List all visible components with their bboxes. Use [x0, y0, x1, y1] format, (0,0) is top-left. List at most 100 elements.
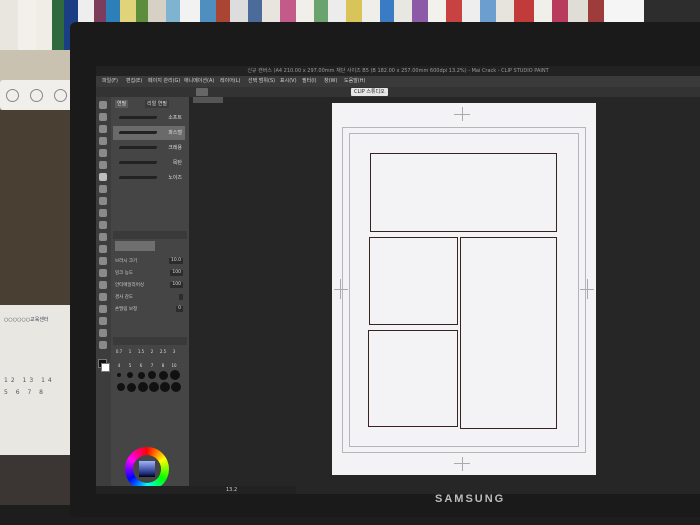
prop-stabilization[interactable]: 손떨림 보정 0 [115, 305, 185, 314]
color-wheel[interactable] [125, 447, 169, 491]
airbrush-tool-icon[interactable] [99, 209, 107, 217]
frame-tool-icon[interactable] [99, 293, 107, 301]
prop-tilt[interactable]: 경사 감도 [115, 293, 185, 302]
prop-value[interactable]: 100 [170, 270, 183, 276]
brush-size-dot[interactable] [149, 382, 159, 392]
router-button [54, 89, 67, 102]
prop-antialias[interactable]: 안티에일리어싱 100 [115, 281, 185, 290]
menu-file[interactable]: 파일(F) [102, 76, 118, 87]
brush-size-label[interactable]: 4 [115, 363, 123, 368]
calendar-title: ○○○○○○교육센터 [4, 317, 49, 323]
ruler-tool-icon[interactable] [99, 305, 107, 313]
menu-help[interactable]: 도움말(H) [344, 76, 365, 87]
sub-color-swatch[interactable] [101, 363, 110, 372]
document-tab[interactable] [193, 97, 223, 103]
operation-tool-icon[interactable] [99, 125, 107, 133]
fill-tool-icon[interactable] [99, 257, 107, 265]
prop-label: 브러시 크기 [115, 259, 138, 264]
menu-layer[interactable]: 레이어(L) [220, 76, 241, 87]
prop-brush-size[interactable]: 브러시 크기 10.0 [115, 257, 185, 266]
brush-size-label[interactable]: 2 [148, 349, 156, 354]
brush-size-label[interactable]: 6 [137, 363, 145, 368]
autoselect-tool-icon[interactable] [99, 149, 107, 157]
menu-page[interactable]: 페이지 관리(G) [148, 76, 180, 87]
pen-tool-icon[interactable] [99, 173, 107, 181]
brush-size-label[interactable]: 1 [126, 349, 134, 354]
brush-size-label[interactable]: 5 [126, 363, 134, 368]
clip-studio-button[interactable]: CLIP 스튜디오 [351, 88, 388, 96]
pencil-tool-icon[interactable] [99, 185, 107, 193]
comic-panel[interactable] [460, 237, 557, 429]
canvas-workspace[interactable] [189, 97, 700, 494]
menu-animation[interactable]: 애니메이션(A) [184, 76, 214, 87]
brush-size-label[interactable]: 7 [148, 363, 156, 368]
brush-size-label[interactable]: 0.7 [115, 349, 123, 354]
brush-size-label[interactable]: 1.5 [137, 349, 145, 354]
brush-size-dot[interactable] [160, 382, 170, 392]
selection-tool-icon[interactable] [99, 137, 107, 145]
brush-size-dot[interactable] [170, 370, 180, 380]
eraser-tool-icon[interactable] [99, 233, 107, 241]
menu-edit[interactable]: 편집(E) [126, 76, 142, 87]
brush-size-dot[interactable] [148, 371, 156, 379]
subtool-label: 목탄 [172, 160, 182, 166]
brush-size-dot[interactable] [159, 371, 168, 380]
gradient-tool-icon[interactable] [99, 269, 107, 277]
subtool-label: 크레용 [168, 145, 182, 151]
router-button [30, 89, 43, 102]
prop-value[interactable]: 10.0 [168, 258, 183, 264]
correct-line-tool-icon[interactable] [99, 341, 107, 349]
decoration-tool-icon[interactable] [99, 221, 107, 229]
prop-value[interactable]: 100 [170, 282, 183, 288]
move-tool-icon[interactable] [99, 113, 107, 121]
comic-panel[interactable] [370, 153, 557, 232]
calendar-numbers: 12 13 14 5 6 7 8 [4, 377, 55, 396]
blend-tool-icon[interactable] [99, 245, 107, 253]
brush-size-dot[interactable] [171, 382, 181, 392]
brush-size-dot[interactable] [117, 383, 125, 391]
tab-real-pencil[interactable]: 리얼 연필 [145, 100, 169, 108]
brush-size-dot[interactable] [127, 372, 133, 378]
menu-view[interactable]: 표시(V) [280, 76, 297, 87]
prop-value[interactable] [179, 294, 183, 300]
eyedropper-icon[interactable] [99, 161, 107, 169]
subtool-soft[interactable]: 소프트 [113, 111, 185, 125]
prop-ink-density[interactable]: 잉크 농도 100 [115, 269, 185, 278]
brush-size-label[interactable]: 2.5 [159, 349, 167, 354]
book [0, 0, 18, 50]
window-title: 신규 캔버스 (A4 210.00 x 297.00mm 재단 사이즈 B5 (… [96, 66, 700, 76]
figure-tool-icon[interactable] [99, 281, 107, 289]
comic-panel[interactable] [368, 330, 458, 427]
color-saturation-square[interactable] [139, 461, 155, 477]
tool-property-header [113, 231, 187, 239]
brush-size-label[interactable]: 8 [159, 363, 167, 368]
menu-window[interactable]: 창(W) [324, 76, 337, 87]
prop-value[interactable]: 0 [176, 306, 183, 312]
subtool-crayon[interactable]: 크레용 [113, 141, 185, 155]
comic-panel[interactable] [369, 237, 458, 325]
brush-size-dot[interactable] [138, 372, 145, 379]
brush-size-dot[interactable] [127, 383, 136, 392]
brush-size-dot[interactable] [138, 382, 148, 392]
zoom-tool-icon[interactable] [99, 101, 107, 109]
zoom-level[interactable]: 13.2 [226, 486, 237, 494]
menu-selection[interactable]: 선택 범위(S) [248, 76, 275, 87]
brush-preview [115, 241, 155, 251]
subtool-charcoal[interactable]: 목탄 [113, 156, 185, 170]
balloon-tool-icon[interactable] [99, 329, 107, 337]
brush-size-label[interactable]: 10 [170, 363, 178, 368]
brush-size-dot[interactable] [117, 373, 121, 377]
desk-calendar: ○○○○○○교육센터 12 13 14 5 6 7 8 [0, 305, 70, 455]
menu-filter[interactable]: 필터(I) [302, 76, 317, 87]
brush-tool-icon[interactable] [99, 197, 107, 205]
manga-page[interactable] [332, 103, 596, 475]
tab-pencil[interactable]: 연필 [115, 100, 129, 108]
brush-stroke-preview [118, 176, 158, 179]
tool-panel: 연필 리얼 연필 소프트 파스텔 크레용 목탄 노이즈 브러시 크기 10.0 … [111, 97, 189, 494]
subtool-noise[interactable]: 노이즈 [113, 171, 185, 185]
eye-icon[interactable] [196, 88, 208, 96]
subtool-pastel[interactable]: 파스텔 [113, 126, 185, 140]
text-tool-icon[interactable] [99, 317, 107, 325]
tool-strip [96, 97, 111, 494]
brush-size-label[interactable]: 3 [170, 349, 178, 354]
